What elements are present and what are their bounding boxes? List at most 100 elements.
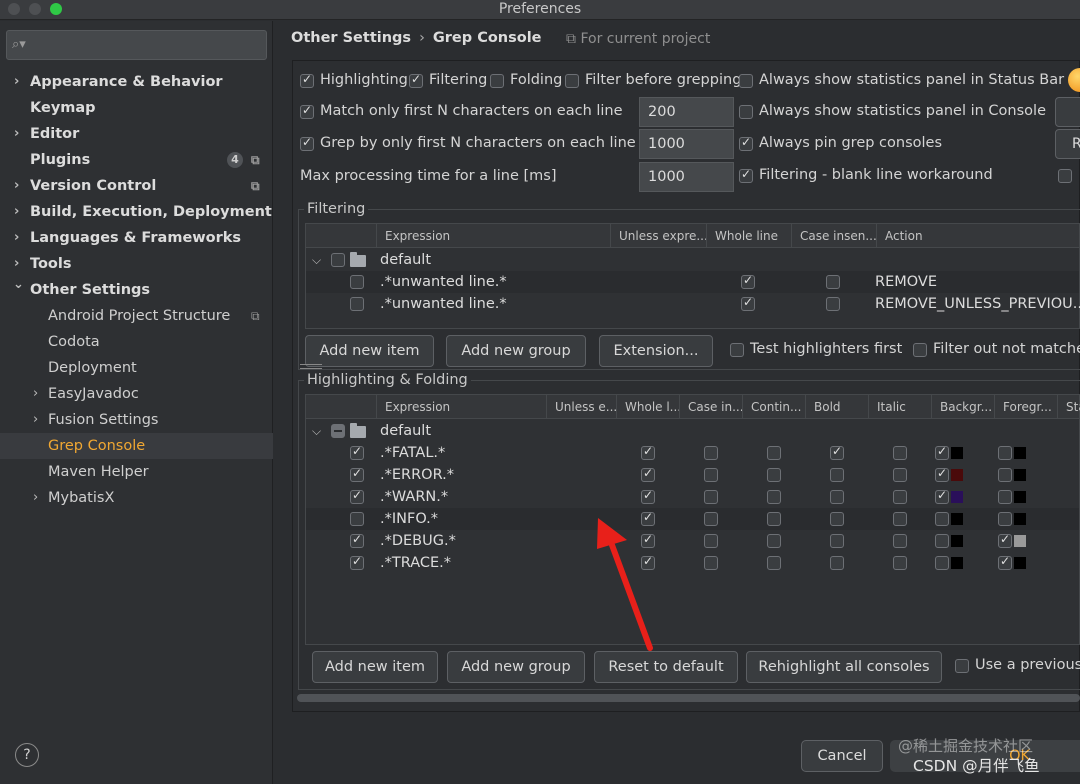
row-expression[interactable]: .*unwanted line.* — [380, 293, 507, 315]
background-enabled-checkbox[interactable] — [935, 534, 949, 548]
foreground-enabled-checkbox[interactable] — [998, 468, 1012, 482]
column-header[interactable]: Bold — [805, 395, 868, 419]
background-color-swatch[interactable] — [951, 491, 963, 503]
horizontal-scrollbar[interactable] — [297, 694, 1080, 702]
sidebar-item-keymap[interactable]: Keymap — [0, 95, 273, 121]
group-enabled-checkbox[interactable] — [331, 253, 345, 267]
chevron-right-icon[interactable]: › — [33, 381, 38, 407]
sidebar-item-android-project-structure[interactable]: Android Project Structure ⧉ — [0, 303, 273, 329]
sidebar-item-maven-helper[interactable]: Maven Helper — [0, 459, 273, 485]
folding-checkbox[interactable] — [490, 74, 504, 88]
chevron-right-icon[interactable]: › — [33, 407, 38, 433]
highlight-add-group-button[interactable]: Add new group — [447, 651, 585, 683]
chevron-right-icon[interactable]: › — [14, 199, 19, 225]
column-header[interactable]: Italic — [868, 395, 931, 419]
table-group-row[interactable]: ⌵ default — [306, 249, 1079, 271]
background-color-swatch[interactable] — [951, 469, 963, 481]
settings-search-input[interactable]: ⌕▾ — [6, 30, 267, 60]
collapse-icon[interactable]: ⌵ — [312, 420, 321, 442]
foreground-color-swatch[interactable] — [1014, 535, 1026, 547]
stats-status-bar-checkbox[interactable] — [739, 74, 753, 88]
foreground-color-swatch[interactable] — [1014, 513, 1026, 525]
sidebar-item-appearance[interactable]: › Appearance & Behavior — [0, 69, 273, 95]
continue-matching-checkbox[interactable] — [767, 534, 781, 548]
row-enabled-checkbox[interactable] — [350, 444, 364, 460]
collapse-icon[interactable]: ⌵ — [312, 249, 321, 271]
italic-checkbox[interactable] — [893, 446, 907, 460]
column-header[interactable]: Unless expre... — [610, 224, 706, 248]
side-button-2[interactable]: R — [1055, 129, 1080, 159]
rehighlight-all-consoles-button[interactable]: Rehighlight all consoles — [746, 651, 942, 683]
continue-matching-checkbox[interactable] — [767, 468, 781, 482]
italic-checkbox[interactable] — [893, 534, 907, 548]
filtering-add-group-button[interactable]: Add new group — [446, 335, 586, 367]
row-enabled-checkbox[interactable] — [350, 297, 364, 311]
sidebar-item-fusion-settings[interactable]: › Fusion Settings — [0, 407, 273, 433]
table-row[interactable]: .*INFO.* — [306, 508, 1079, 530]
help-button[interactable]: ? — [15, 743, 39, 767]
sidebar-item-mybatisx[interactable]: › MybatisX — [0, 485, 273, 511]
filtering-add-item-button[interactable]: Add new item — [305, 335, 434, 367]
background-enabled-checkbox[interactable] — [935, 466, 949, 482]
row-action[interactable]: REMOVE_UNLESS_PREVIOU... — [875, 293, 1080, 315]
stats-console-checkbox[interactable] — [739, 105, 753, 119]
sidebar-item-plugins[interactable]: Plugins 4 ⧉ — [0, 147, 273, 173]
splitter-handle[interactable] — [300, 364, 322, 369]
match-first-n-checkbox[interactable] — [300, 103, 314, 119]
case-insensitive-checkbox[interactable] — [704, 490, 718, 504]
use-previous-checkbox[interactable] — [955, 659, 969, 673]
row-expression[interactable]: .*ERROR.* — [380, 464, 454, 486]
continue-matching-checkbox[interactable] — [767, 556, 781, 570]
sidebar-item-tools[interactable]: › Tools — [0, 251, 273, 277]
grep-first-n-checkbox[interactable] — [300, 135, 314, 151]
continue-matching-checkbox[interactable] — [767, 490, 781, 504]
continue-matching-checkbox[interactable] — [767, 512, 781, 526]
whole-line-checkbox[interactable] — [741, 295, 755, 311]
filter-before-grepping-checkbox[interactable] — [565, 74, 579, 88]
chevron-right-icon[interactable]: › — [14, 225, 19, 251]
sidebar-item-languages[interactable]: › Languages & Frameworks — [0, 225, 273, 251]
column-header[interactable]: Whole line — [706, 224, 791, 248]
bold-checkbox[interactable] — [830, 512, 844, 526]
foreground-enabled-checkbox[interactable] — [998, 446, 1012, 460]
chevron-right-icon[interactable]: › — [14, 69, 19, 95]
highlighting-checkbox[interactable] — [300, 72, 314, 88]
column-header[interactable]: Whole l... — [616, 395, 679, 419]
background-color-swatch[interactable] — [951, 513, 963, 525]
bold-checkbox[interactable] — [830, 534, 844, 548]
sidebar-item-other-settings[interactable]: ⌄ Other Settings — [0, 277, 273, 303]
row-enabled-checkbox[interactable] — [350, 466, 364, 482]
whole-line-checkbox[interactable] — [641, 554, 655, 570]
foreground-enabled-checkbox[interactable] — [998, 554, 1012, 570]
column-header[interactable]: Action — [876, 224, 1080, 248]
grep-first-n-input[interactable]: 1000 — [639, 129, 734, 159]
whole-line-checkbox[interactable] — [641, 510, 655, 526]
case-insensitive-checkbox[interactable] — [704, 468, 718, 482]
table-row[interactable]: .*TRACE.* — [306, 552, 1079, 574]
background-enabled-checkbox[interactable] — [935, 512, 949, 526]
background-enabled-checkbox[interactable] — [935, 556, 949, 570]
table-row[interactable]: .*FATAL.* — [306, 442, 1079, 464]
column-header[interactable]: Foregr... — [994, 395, 1057, 419]
highlight-add-item-button[interactable]: Add new item — [312, 651, 438, 683]
row-enabled-checkbox[interactable] — [350, 554, 364, 570]
table-row[interactable]: .*WARN.* — [306, 486, 1079, 508]
breadcrumb-parent[interactable]: Other Settings — [291, 30, 411, 46]
filtering-checkbox[interactable] — [409, 72, 423, 88]
max-time-input[interactable]: 1000 — [639, 162, 734, 192]
row-expression[interactable]: .*unwanted line.* — [380, 271, 507, 293]
reset-to-default-button[interactable]: Reset to default — [594, 651, 738, 683]
side-button-1[interactable] — [1055, 97, 1080, 127]
row-expression[interactable]: .*DEBUG.* — [380, 530, 456, 552]
row-expression[interactable]: .*FATAL.* — [380, 442, 445, 464]
extension-button[interactable]: Extension... — [599, 335, 713, 367]
italic-checkbox[interactable] — [893, 468, 907, 482]
foreground-color-swatch[interactable] — [1014, 557, 1026, 569]
italic-checkbox[interactable] — [893, 556, 907, 570]
sidebar-item-editor[interactable]: › Editor — [0, 121, 273, 147]
table-row[interactable]: .*unwanted line.* REMOVE_UNLESS_PREVIOU.… — [306, 293, 1080, 315]
whole-line-checkbox[interactable] — [641, 532, 655, 548]
foreground-color-swatch[interactable] — [1014, 447, 1026, 459]
row-expression[interactable]: .*TRACE.* — [380, 552, 451, 574]
row-enabled-checkbox[interactable] — [350, 275, 364, 289]
